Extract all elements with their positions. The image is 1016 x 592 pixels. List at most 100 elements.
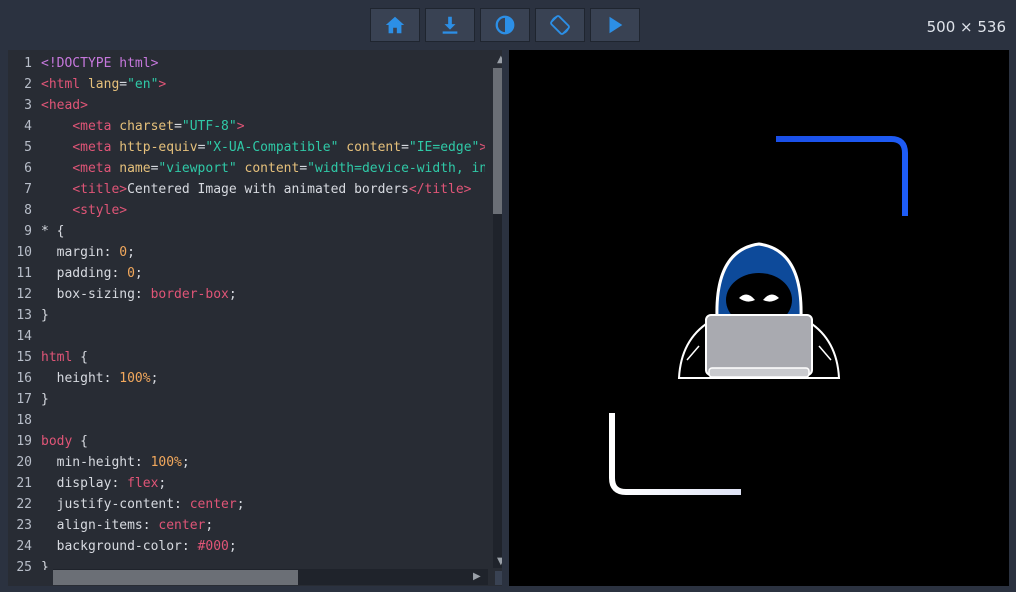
code-token: "X-UA-Compatible" — [205, 140, 339, 155]
code-token: } — [41, 560, 49, 570]
code-line[interactable]: html { — [41, 347, 88, 368]
border-bottom-left — [609, 413, 741, 495]
code-line[interactable]: } — [41, 557, 49, 570]
line-number: 22 — [16, 497, 32, 512]
code-line[interactable]: body { — [41, 431, 88, 452]
code-line[interactable]: padding: 0; — [41, 263, 143, 284]
code-line[interactable]: <html lang="en"> — [41, 74, 166, 95]
code-token: flex — [127, 476, 159, 491]
scroll-up-arrow-icon[interactable]: ▲ — [497, 54, 502, 65]
horizontal-scroll-thumb[interactable] — [53, 570, 298, 585]
run-button[interactable] — [590, 8, 640, 42]
code-line[interactable]: } — [41, 389, 49, 410]
code-token: ; — [236, 497, 245, 512]
code-token: = — [119, 77, 128, 92]
code-token: center — [158, 518, 206, 533]
code-token: } — [41, 308, 49, 323]
code-token: content — [244, 161, 300, 176]
code-token: </title> — [408, 182, 472, 197]
code-line[interactable]: <head> — [41, 95, 88, 116]
scroll-right-arrow-icon[interactable]: ▶ — [473, 571, 481, 582]
code-token: http-equiv — [119, 140, 198, 155]
hacker-icon — [677, 242, 841, 379]
code-token: { — [72, 350, 88, 365]
code-token: <head> — [41, 98, 88, 113]
code-line[interactable]: <!DOCTYPE html> — [41, 53, 158, 74]
line-number: 16 — [16, 371, 32, 386]
code-token: > — [158, 77, 167, 92]
line-number: 10 — [16, 245, 32, 260]
code-line[interactable]: background-color: #000; — [41, 536, 237, 557]
download-icon — [442, 16, 458, 34]
line-number: 23 — [16, 518, 32, 533]
code-token: Centered Image with animated borders — [127, 182, 409, 197]
code-line[interactable]: <style> — [41, 200, 127, 221]
code-token: 0 — [119, 245, 128, 260]
code-token: center — [189, 497, 237, 512]
code-line[interactable]: align-items: center; — [41, 515, 214, 536]
contrast-icon — [495, 15, 515, 35]
horizontal-scrollbar[interactable] — [53, 569, 488, 585]
code-editor[interactable]: 1 2 3 4 5 6 7 8 9 10 11 12 13 14 15 16 17 18 19 20 21 22 23 24 2… — [8, 50, 502, 586]
code-token: = — [401, 140, 409, 155]
code-token: <meta — [72, 119, 120, 134]
code-line[interactable]: display: flex; — [41, 473, 167, 494]
code-token: "UTF-8" — [181, 119, 237, 134]
line-number: 14 — [16, 329, 32, 344]
contrast-button[interactable] — [480, 8, 530, 42]
code-token: charset — [119, 119, 175, 134]
code-token: align-items: — [41, 518, 159, 533]
code-token: * { — [41, 224, 65, 239]
code-token: > — [236, 119, 245, 134]
code-token: margin: — [41, 245, 120, 260]
download-button[interactable] — [425, 8, 475, 42]
code-token: ; — [228, 539, 237, 554]
code-line[interactable]: <meta name="viewport" content="width=dev… — [41, 158, 485, 179]
code-area[interactable]: <!DOCTYPE html> <html lang="en"> <head> <m… — [41, 50, 485, 570]
line-number: 9 — [24, 224, 32, 239]
rotate-button[interactable] — [535, 8, 585, 42]
code-token: height: — [41, 371, 120, 386]
line-number: 17 — [16, 392, 32, 407]
code-token: <title> — [72, 182, 128, 197]
code-token: } — [41, 392, 49, 407]
code-line[interactable]: * { — [41, 221, 64, 242]
code-line[interactable]: height: 100%; — [41, 368, 159, 389]
code-token: ; — [205, 518, 214, 533]
code-line[interactable]: margin: 0; — [41, 242, 135, 263]
line-number-gutter: 1 2 3 4 5 6 7 8 9 10 11 12 13 14 15 16 17 18 19 20 21 22 23 24 2… — [8, 50, 36, 586]
scroll-down-arrow-icon[interactable]: ▼ — [497, 556, 502, 567]
code-token: ; — [134, 266, 143, 281]
preview-pane — [509, 50, 1009, 586]
code-token: lang — [87, 77, 120, 92]
code-token: background-color: — [41, 539, 198, 554]
code-line[interactable]: <meta charset="UTF-8"> — [41, 116, 245, 137]
code-line[interactable]: <title>Centered Image with animated bord… — [41, 179, 472, 200]
line-number: 8 — [24, 203, 32, 218]
vertical-scrollbar[interactable] — [493, 68, 502, 568]
vertical-scroll-thumb[interactable] — [493, 68, 502, 214]
code-line[interactable]: justify-content: center; — [41, 494, 245, 515]
code-token: "width=device-width, ini — [307, 161, 485, 176]
code-line[interactable]: box-sizing: border-box; — [41, 284, 237, 305]
line-number: 4 — [24, 119, 32, 134]
code-token: <meta — [72, 161, 120, 176]
line-number: 13 — [16, 308, 32, 323]
code-line[interactable]: <meta http-equiv = "X-UA-Compatible" conte… — [41, 137, 485, 158]
home-button[interactable] — [370, 8, 420, 42]
top-bar: 500 × 536 — [0, 0, 1016, 50]
code-line[interactable]: min-height: 100%; — [41, 452, 190, 473]
line-number: 15 — [16, 350, 32, 365]
line-number: 11 — [16, 266, 32, 281]
code-token: > — [479, 140, 485, 155]
line-number: 18 — [16, 413, 32, 428]
line-number: 24 — [16, 539, 32, 554]
code-token: html — [41, 350, 73, 365]
code-line[interactable]: } — [41, 305, 49, 326]
code-token: justify-content: — [41, 497, 190, 512]
code-token: 0 — [127, 266, 135, 281]
